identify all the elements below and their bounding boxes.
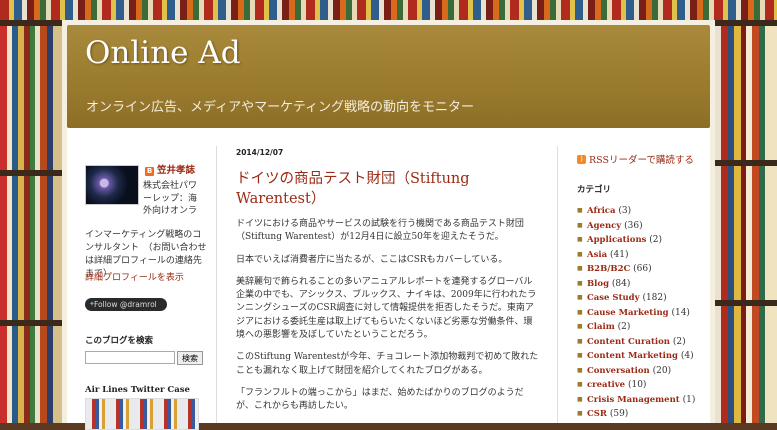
category-link[interactable]: Content Curation [587,337,670,347]
category-count: (2) [672,336,686,347]
category-item: CSR (59) [577,407,710,422]
category-item: Africa (3) [577,204,710,219]
bookshelf-background-left [0,20,62,423]
column-divider-left [216,146,217,423]
search-heading: このブログを検索 [85,336,154,346]
category-count: (20) [652,365,672,376]
category-item: Blog (84) [577,277,710,292]
category-count: (182) [642,293,667,303]
category-count: (66) [633,264,652,274]
category-link[interactable]: Asia [587,250,607,260]
category-link[interactable]: Applications [587,235,646,245]
category-item: Agency (36) [577,219,710,234]
bookshelf-background-right [715,20,777,423]
profile-avatar[interactable] [85,165,139,205]
category-count: (3) [618,206,632,216]
category-count: (41) [610,249,629,260]
content-area: B 笠井孝誌 株式会社パワーレップ：海外向けオンラ インマーケティング戦略のコン… [67,128,710,430]
category-item: Crisis Management (1) [577,393,710,408]
category-link[interactable]: Blog [587,279,609,289]
column-divider-right [557,146,558,423]
search-button[interactable]: 検索 [177,351,203,365]
category-count: (14) [671,307,690,318]
category-count: (1) [682,394,696,405]
category-link[interactable]: Agency [587,221,621,231]
post-paragraph: 日本でいえば消費者庁に当たるが、ここはCSRもカバーしている。 [236,254,508,265]
main-column: 2014/12/07 ドイツの商品テスト財団（Stiftung Warentes… [236,146,541,414]
post-date: 2014/12/07 [236,148,284,157]
category-item: Content Curation (2) [577,335,710,350]
category-item: Case Study (182) [577,291,710,306]
category-count: (84) [611,278,631,289]
profile-name-link[interactable]: B 笠井孝誌 [145,164,195,178]
category-item: creative (10) [577,378,710,393]
categories-list: Africa (3) Agency (36) Applications (2) … [577,204,710,422]
rss-feed-icon: ) [577,154,586,164]
category-link[interactable]: creative [587,380,625,390]
category-link[interactable]: Cause Marketing [587,308,669,318]
rss-label: RSSリーダーで購読する [589,155,694,166]
categories-heading: カテゴリ [577,185,612,195]
post-paragraph: 美辞麗句で飾られることの多いアニュアルレポートを連発するグローバル企業の中でも、… [236,276,537,341]
blog-header: Online Ad オンライン広告、メディアやマーケティング戦略の動向をモニター [67,25,710,128]
category-item: Asia (41) [577,248,710,263]
airlines-case-study-image[interactable] [85,398,199,430]
bookshelf-background-top [0,0,777,20]
category-link[interactable]: Content Marketing [587,351,678,361]
rss-subscribe-link[interactable]: ) RSSリーダーで購読する [577,152,710,166]
blogger-icon: B [145,166,154,176]
post-paragraph: 「フランフルトの端っこから」はまだ、始めたばかりのブログのようだが、これからも再… [236,387,524,412]
site-description: オンライン広告、メディアやマーケティング戦略の動向をモニター [86,100,475,115]
category-count: (2) [649,235,663,245]
site-title[interactable]: Online Ad [85,35,241,71]
category-link[interactable]: B2B/B2C [587,264,630,274]
category-item: Content Marketing (4) [577,349,710,364]
category-count: (4) [680,351,694,361]
twitter-bird-icon: ✦ [89,300,95,308]
category-link[interactable]: Conversation [587,366,650,376]
category-count: (2) [617,322,631,332]
right-sidebar: ) RSSリーダーで購読する カテゴリ Africa (3) Agency (3… [577,152,710,422]
search-form: 検索 [85,351,205,365]
category-item: Cause Marketing (14) [577,306,710,321]
category-item: Applications (2) [577,233,710,248]
category-item: Conversation (20) [577,364,710,379]
category-link[interactable]: Case Study [587,293,640,303]
category-item: B2B/B2C (66) [577,262,710,277]
post-paragraph: このStiftung Warentestが今年、チョコレート添加物裁判で初めて敗… [236,352,539,376]
profile-bio-short: 株式会社パワーレップ：海外向けオンラ [143,181,198,216]
post-paragraph: ドイツにおける商品やサービスの試験を行う機関である商品テスト財団（Stiftun… [236,219,524,243]
category-item: Claim (2) [577,320,710,335]
view-profile-link[interactable]: 詳細プロフィールを表示 [85,271,184,285]
category-count: (59) [609,409,629,419]
twitter-follow-button[interactable]: ✦ Follow @dramrol [85,298,167,311]
search-input[interactable] [85,351,175,364]
category-link[interactable]: Claim [587,322,615,332]
category-count: (36) [624,220,643,231]
category-link[interactable]: Crisis Management [587,395,680,405]
profile-name: 笠井孝誌 [157,165,196,176]
category-link[interactable]: CSR [587,409,607,419]
category-count: (10) [627,380,647,390]
post-title[interactable]: ドイツの商品テスト財団（Stiftung Warentest） [236,169,541,209]
category-link[interactable]: Africa [587,206,616,216]
follow-label: Follow @dramrol [94,300,157,309]
